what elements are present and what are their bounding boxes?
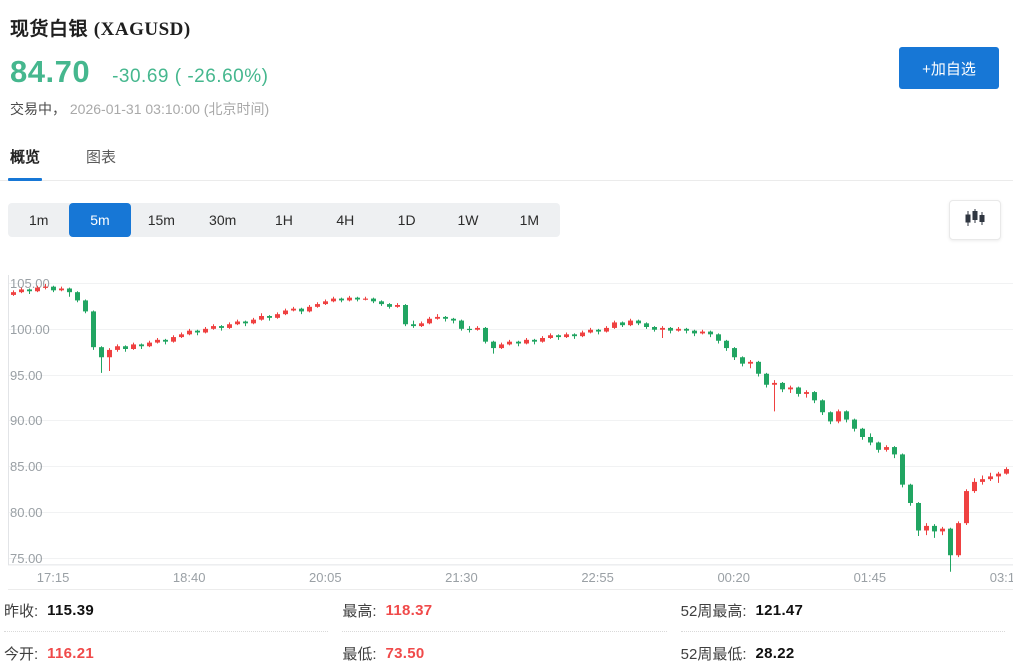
timeframe-button-1m[interactable]: 1m <box>8 203 69 237</box>
tab-chart-label: 图表 <box>86 149 116 166</box>
add-watchlist-button[interactable]: +加自选 <box>899 47 999 89</box>
trading-status: 交易中， <box>10 101 66 117</box>
stat-cell: 最低: 73.50 <box>342 632 666 672</box>
stat-value: 121.47 <box>756 602 804 619</box>
x-axis-label: 22:55 <box>581 570 614 585</box>
x-axis-label: 21:30 <box>445 570 478 585</box>
instrument-name: 现货白银 <box>10 19 88 40</box>
tabs-bar: 概览 图表 <box>0 146 1013 181</box>
stat-value: 28.22 <box>756 645 795 662</box>
timeframe-button-30m[interactable]: 30m <box>192 203 253 237</box>
instrument-symbol: (XAGUSD) <box>94 19 191 40</box>
candlestick-icon <box>964 209 986 232</box>
stat-label: 今开: <box>4 643 38 664</box>
timeframe-bar: 1m5m15m30m1H4H1D1W1M <box>8 203 560 237</box>
stat-value: 116.21 <box>47 645 94 662</box>
status-row: 交易中， 2026-01-31 03:10:00 (北京时间) <box>10 99 999 119</box>
stat-label: 52周最低: <box>681 643 747 664</box>
x-axis-label: 17:15 <box>37 570 70 585</box>
svg-text:80.00: 80.00 <box>10 505 43 520</box>
stat-label: 52周最高: <box>681 600 747 621</box>
chart-toolbar: 1m5m15m30m1H4H1D1W1M <box>0 200 1013 240</box>
last-price: 84.70 <box>10 54 90 90</box>
timeframe-button-1D[interactable]: 1D <box>376 203 437 237</box>
tab-overview[interactable]: 概览 <box>10 146 40 180</box>
timeframe-button-5m[interactable]: 5m <box>69 203 130 237</box>
timeframe-button-1W[interactable]: 1W <box>437 203 498 237</box>
stat-cell: 今开: 116.21 <box>4 632 328 672</box>
price-row: 84.70 -30.69 ( -26.60%) <box>10 54 999 90</box>
stat-label: 最低: <box>342 643 376 664</box>
svg-text:85.00: 85.00 <box>10 459 43 474</box>
x-axis-label: 20:05 <box>309 570 342 585</box>
stat-label: 昨收: <box>4 600 38 621</box>
chart-type-button[interactable] <box>949 200 1001 240</box>
tab-overview-label: 概览 <box>10 149 40 166</box>
candlestick-chart[interactable]: 105.00100.0095.0090.0085.0080.0075.0017:… <box>8 256 1013 590</box>
stat-label: 最高: <box>342 600 376 621</box>
stat-cell: 52周最低: 28.22 <box>681 632 1005 672</box>
stat-cell: 最高: 118.37 <box>342 590 666 632</box>
x-axis-label: 01:45 <box>854 570 887 585</box>
x-axis-label: 00:20 <box>717 570 750 585</box>
svg-text:100.00: 100.00 <box>10 322 50 337</box>
quote-timestamp: 2026-01-31 03:10:00 (北京时间) <box>70 101 269 117</box>
svg-text:90.00: 90.00 <box>10 413 43 428</box>
timeframe-button-4H[interactable]: 4H <box>315 203 376 237</box>
stat-value: 73.50 <box>386 645 425 662</box>
page-title: 现货白银 (XAGUSD) <box>10 14 999 41</box>
stat-value: 118.37 <box>386 602 433 619</box>
timeframe-button-1M[interactable]: 1M <box>499 203 560 237</box>
svg-text:95.00: 95.00 <box>10 368 43 383</box>
stat-value: 115.39 <box>47 602 94 619</box>
stats-grid: 昨收: 115.39 最高: 118.37 52周最高: 121.47 今开: 116.21 最… <box>0 590 1013 672</box>
x-axis-label: 03:10 <box>990 570 1013 585</box>
stat-cell: 52周最高: 121.47 <box>681 590 1005 632</box>
quote-header: 现货白银 (XAGUSD) 84.70 -30.69 ( -26.60%) 交易… <box>0 0 1013 119</box>
tab-chart[interactable]: 图表 <box>86 146 116 180</box>
timeframe-button-15m[interactable]: 15m <box>131 203 192 237</box>
x-axis-label: 18:40 <box>173 570 206 585</box>
price-change: -30.69 ( -26.60%) <box>112 66 268 88</box>
stat-cell: 昨收: 115.39 <box>4 590 328 632</box>
timeframe-button-1H[interactable]: 1H <box>253 203 314 237</box>
svg-text:75.00: 75.00 <box>10 551 43 566</box>
